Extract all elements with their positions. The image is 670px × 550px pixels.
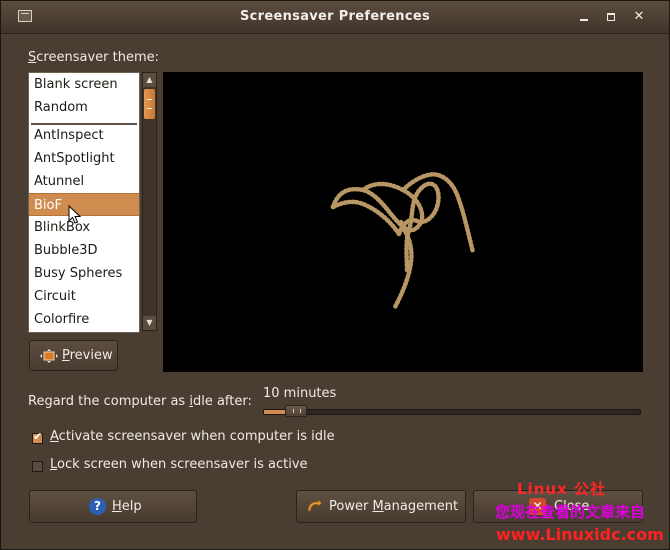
theme-list-scrollbar[interactable]: ▲ ▼ xyxy=(142,72,157,331)
preview-button-label: Preview xyxy=(62,348,113,363)
theme-item-biof[interactable]: BioF xyxy=(29,193,139,216)
theme-item-antspotlight[interactable]: AntSpotlight xyxy=(29,147,139,170)
watermark-url: www.Linuxidc.com xyxy=(496,525,664,544)
idle-time-slider[interactable] xyxy=(263,409,641,415)
minimize-icon[interactable] xyxy=(578,11,590,23)
watermark-subtitle: 您现在查看的文章来自 xyxy=(495,503,646,521)
power-management-button[interactable]: Power Management xyxy=(296,490,466,523)
window-title: Screensaver Preferences xyxy=(240,9,430,24)
theme-item-blinkbox[interactable]: BlinkBox xyxy=(29,216,139,239)
watermark-title: Linux 公社 xyxy=(517,480,606,498)
idle-time-slider-handle[interactable] xyxy=(285,405,307,417)
theme-item-blank-screen[interactable]: Blank screen xyxy=(29,73,139,96)
help-button-label: Help xyxy=(112,499,142,514)
help-icon: ? xyxy=(89,498,106,515)
title-bar[interactable]: Screensaver Preferences ✕ xyxy=(1,1,669,34)
fullscreen-icon xyxy=(40,349,58,363)
theme-label-text: creensaver theme: xyxy=(36,50,159,65)
help-button[interactable]: ? Help xyxy=(29,490,197,523)
theme-item-random[interactable]: Random xyxy=(29,96,139,119)
theme-item-bubble3d[interactable]: Bubble3D xyxy=(29,239,139,262)
biof-preview-graphic xyxy=(330,172,476,310)
maximize-icon[interactable] xyxy=(605,11,617,23)
activate-screensaver-label[interactable]: Activate screensaver when computer is id… xyxy=(50,429,335,444)
theme-item-busy-spheres[interactable]: Busy Spheres xyxy=(29,262,139,285)
theme-item-atunnel[interactable]: Atunnel xyxy=(29,170,139,193)
scroll-thumb[interactable] xyxy=(144,89,155,119)
scroll-up-arrow-icon[interactable]: ▲ xyxy=(143,73,156,87)
idle-time-value: 10 minutes xyxy=(263,386,337,401)
theme-item-colorfire[interactable]: Colorfire xyxy=(29,308,139,331)
preview-button[interactable]: Preview xyxy=(29,340,118,371)
scroll-down-arrow-icon[interactable]: ▼ xyxy=(143,316,156,330)
screensaver-theme-label: Screensaver theme: xyxy=(28,50,159,65)
close-icon[interactable]: ✕ xyxy=(633,10,645,23)
theme-item-antinspect[interactable]: AntInspect xyxy=(29,124,139,147)
activate-screensaver-checkbox[interactable] xyxy=(32,430,43,444)
theme-list[interactable]: Blank screen Random AntInspect AntSpotli… xyxy=(28,72,140,333)
mouse-pointer-icon xyxy=(68,205,82,224)
screensaver-preview xyxy=(163,72,643,372)
power-management-label: Power Management xyxy=(329,499,459,514)
power-management-icon xyxy=(307,498,323,512)
lock-screen-label[interactable]: Lock screen when screensaver is active xyxy=(50,457,308,472)
screensaver-preferences-window: Screensaver Preferences ✕ Screensaver th… xyxy=(0,0,670,550)
idle-time-label: Regard the computer as idle after: xyxy=(28,394,252,409)
lock-screen-checkbox[interactable] xyxy=(32,461,43,472)
theme-item-circuit[interactable]: Circuit xyxy=(29,285,139,308)
